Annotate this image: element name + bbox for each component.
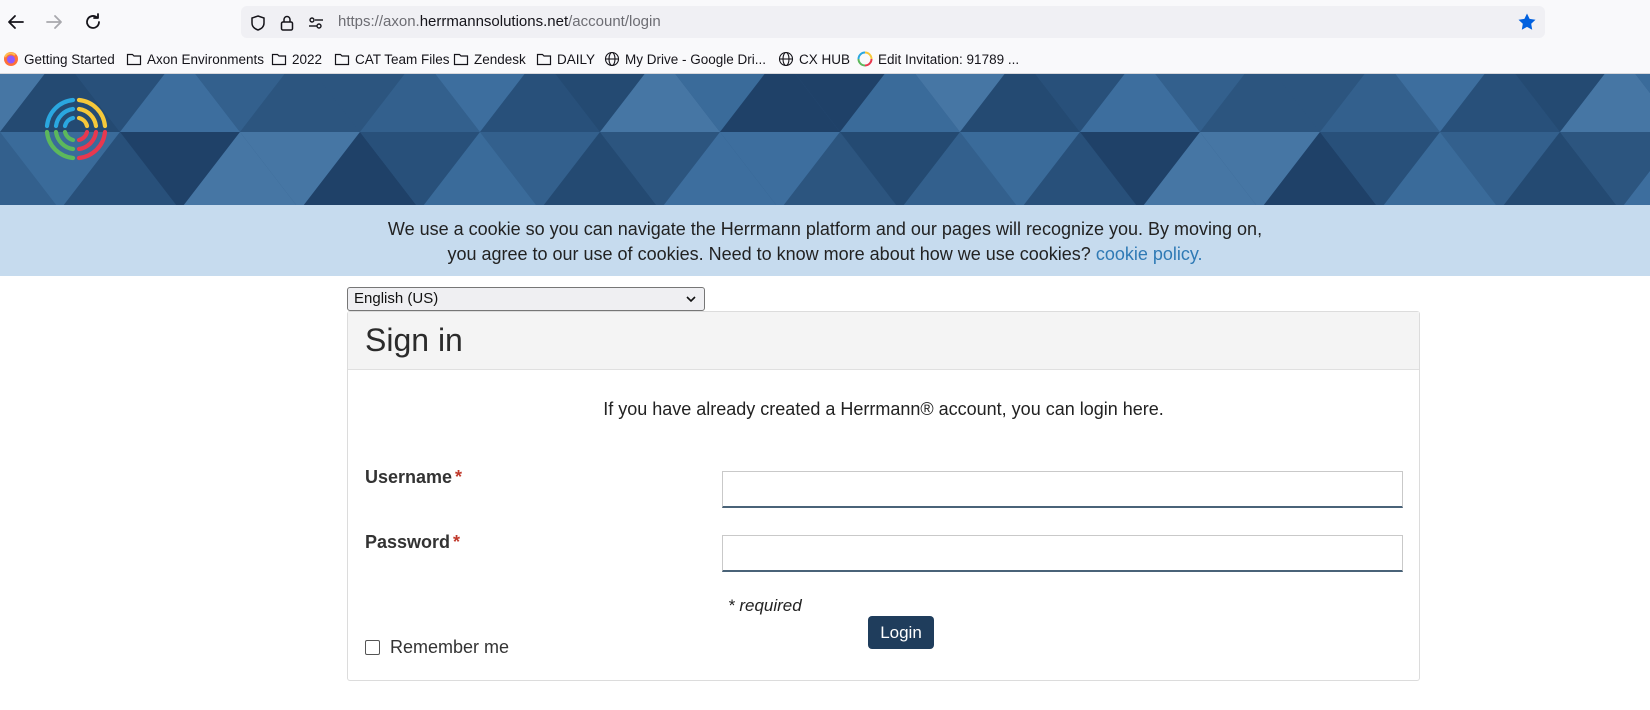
- folder-icon: [536, 51, 552, 67]
- folder-icon: [334, 51, 350, 67]
- bookmark-label: DAILY: [557, 51, 596, 67]
- chevron-down-icon: [686, 296, 696, 303]
- remember-checkbox[interactable]: [365, 640, 380, 655]
- cookie-text-line2: you agree to our use of cookies. Need to…: [0, 242, 1650, 267]
- herrmann-logo[interactable]: [42, 95, 110, 163]
- bookmark-label: CAT Team Files: [355, 51, 450, 67]
- bookmark-axon-environments[interactable]: Axon Environments: [126, 49, 264, 69]
- required-note: * required: [728, 596, 802, 615]
- shield-icon[interactable]: [249, 14, 267, 32]
- password-label-text: Password: [365, 532, 451, 552]
- forward-button[interactable]: [42, 10, 66, 34]
- password-label: Password *: [365, 532, 460, 553]
- forward-arrow-icon: [46, 15, 62, 29]
- required-marker: *: [455, 467, 463, 487]
- url-prefix: https://axon.: [338, 13, 420, 30]
- url-host: herrmannsolutions.net: [419, 13, 569, 30]
- globe-icon: [604, 51, 620, 67]
- bookmark-label: Edit Invitation: 91789 ...: [878, 51, 1020, 67]
- back-button[interactable]: [4, 10, 28, 34]
- cookie-banner: We use a cookie so you can navigate the …: [0, 205, 1650, 276]
- username-label: Username *: [365, 467, 462, 488]
- bookmark-star-icon[interactable]: [1517, 12, 1537, 32]
- browser-toolbar: https://axon.herrmannsolutions.net/accou…: [0, 0, 1650, 44]
- firefox-icon: [3, 51, 19, 67]
- bookmark-label: CX HUB: [799, 51, 851, 67]
- password-input[interactable]: [722, 535, 1403, 572]
- bookmark-my-drive[interactable]: My Drive - Google Dri...: [604, 49, 766, 69]
- bookmark-zendesk[interactable]: Zendesk: [453, 49, 526, 69]
- remember-label: Remember me: [390, 637, 510, 657]
- globe-icon: [778, 51, 794, 67]
- remember-me[interactable]: Remember me: [365, 637, 509, 658]
- bookmark-daily[interactable]: DAILY: [536, 49, 595, 69]
- bookmarks-bar: Getting Started Axon Environments 2022 C…: [0, 44, 1650, 74]
- reload-icon: [86, 13, 100, 29]
- url-path: /account/login: [568, 13, 661, 30]
- bookmark-label: 2022: [292, 51, 323, 67]
- folder-icon: [271, 51, 287, 67]
- bookmark-edit-invitation[interactable]: Edit Invitation: 91789 ...: [857, 49, 1019, 69]
- back-arrow-icon: [8, 15, 24, 29]
- signin-panel: Sign in If you have already created a He…: [347, 311, 1420, 681]
- address-bar[interactable]: https://axon.herrmannsolutions.net/accou…: [241, 6, 1545, 38]
- bookmark-label: My Drive - Google Dri...: [625, 51, 767, 67]
- bookmark-2022[interactable]: 2022: [271, 49, 322, 69]
- required-marker: *: [453, 532, 461, 552]
- reload-button[interactable]: [81, 10, 105, 34]
- cookie-text-line1: We use a cookie so you can navigate the …: [387, 219, 1263, 239]
- language-select[interactable]: English (US): [347, 287, 705, 311]
- cookie-text: you agree to our use of cookies. Need to…: [447, 244, 1091, 264]
- folder-icon: [126, 51, 142, 67]
- header-banner: [0, 74, 1650, 205]
- permissions-icon[interactable]: [307, 14, 325, 32]
- bookmark-label: Zendesk: [474, 51, 526, 67]
- cookie-policy-link[interactable]: cookie policy.: [1096, 244, 1203, 264]
- bookmark-cx-hub[interactable]: CX HUB: [778, 49, 850, 69]
- panel-header: Sign in: [348, 312, 1419, 370]
- herrmann-logo-icon: [857, 51, 873, 67]
- bookmark-cat-team-files[interactable]: CAT Team Files: [334, 49, 450, 69]
- url-text[interactable]: https://axon.herrmannsolutions.net/accou…: [338, 13, 661, 30]
- lock-icon[interactable]: [278, 14, 296, 32]
- username-input[interactable]: [722, 471, 1403, 508]
- folder-icon: [453, 51, 469, 67]
- language-selected-value: English (US): [354, 290, 439, 307]
- bookmark-label: Getting Started: [24, 51, 115, 67]
- bookmark-getting-started[interactable]: Getting Started: [3, 49, 115, 69]
- intro-text: If you have already created a Herrmann® …: [603, 399, 1164, 419]
- triangle-pattern: [0, 74, 1650, 205]
- bookmark-label: Axon Environments: [147, 51, 265, 67]
- username-label-text: Username: [365, 467, 453, 487]
- login-button[interactable]: Login: [868, 616, 934, 649]
- page-title: Sign in: [365, 322, 463, 358]
